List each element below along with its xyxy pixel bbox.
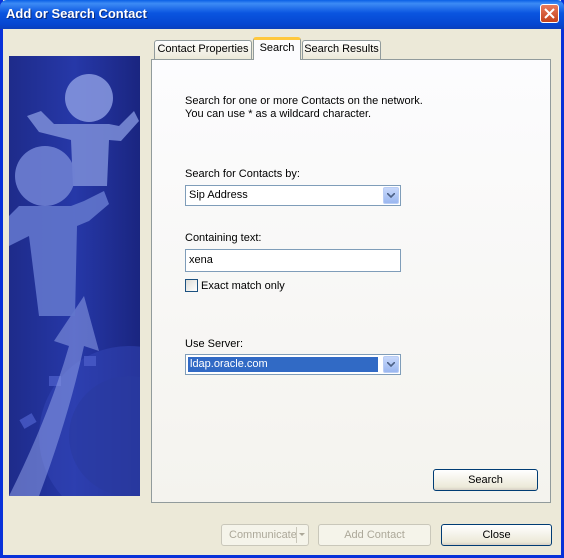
add-contact-button[interactable]: Add Contact xyxy=(318,524,431,546)
tab-label: Search Results xyxy=(304,43,379,55)
people-arrow-illustration-icon xyxy=(9,74,140,496)
tab-label: Contact Properties xyxy=(157,43,249,55)
dropdown-arrow-button[interactable] xyxy=(383,187,399,204)
search-intro-line-1: Search for one or more Contacts on the n… xyxy=(185,95,423,107)
chevron-down-icon xyxy=(299,533,305,536)
exact-match-label: Exact match only xyxy=(201,280,285,292)
search-button[interactable]: Search xyxy=(433,469,538,491)
tab-search[interactable]: Search xyxy=(253,37,301,60)
search-intro-line-2: You can use * as a wildcard character. xyxy=(185,108,372,120)
search-tab-panel: Search for one or more Contacts on the n… xyxy=(151,59,551,503)
window-title: Add or Search Contact xyxy=(6,6,147,21)
use-server-label: Use Server: xyxy=(185,338,244,350)
close-button[interactable]: Close xyxy=(441,524,552,546)
dropdown-arrow-button[interactable] xyxy=(383,356,399,373)
containing-text-input[interactable] xyxy=(189,254,389,266)
split-divider xyxy=(296,527,297,543)
tab-contact-properties[interactable]: Contact Properties xyxy=(154,40,252,59)
chevron-down-icon xyxy=(387,362,395,367)
title-bar[interactable]: Add or Search Contact xyxy=(0,0,564,29)
use-server-dropdown[interactable]: ldap.oracle.com xyxy=(185,354,401,375)
containing-text-field[interactable] xyxy=(185,249,401,272)
decorative-side-banner xyxy=(9,56,140,496)
communicate-label: Communicate xyxy=(229,529,297,541)
communicate-button[interactable]: Communicate xyxy=(221,524,309,546)
exact-match-checkbox[interactable] xyxy=(185,279,198,292)
close-icon xyxy=(544,8,555,19)
search-by-value: Sip Address xyxy=(189,189,248,201)
search-by-label: Search for Contacts by: xyxy=(185,168,300,180)
use-server-value: ldap.oracle.com xyxy=(188,357,378,372)
tab-search-results[interactable]: Search Results xyxy=(302,40,381,59)
chevron-down-icon xyxy=(387,193,395,198)
containing-text-label: Containing text: xyxy=(185,232,262,244)
window-close-button[interactable] xyxy=(540,4,559,23)
tab-label: Search xyxy=(259,42,295,54)
search-by-dropdown[interactable]: Sip Address xyxy=(185,185,401,206)
